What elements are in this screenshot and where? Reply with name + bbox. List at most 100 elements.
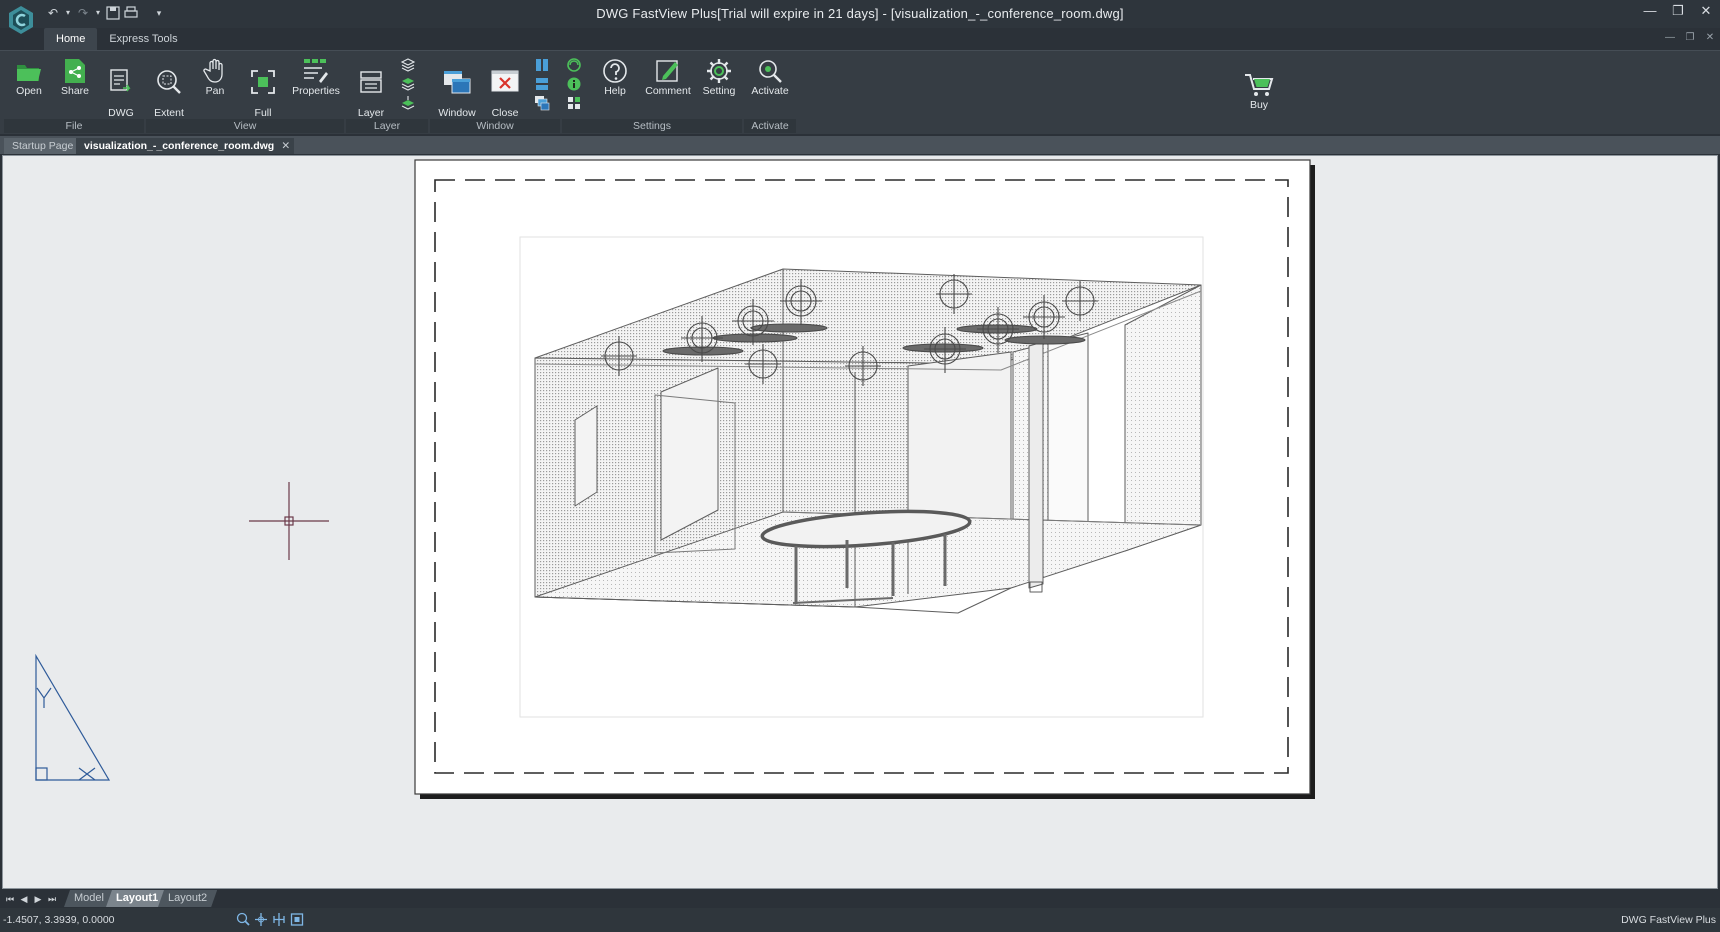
open-button[interactable]: Open	[6, 55, 52, 115]
ucs-axis-icon	[35, 653, 111, 781]
layer-toolbar-button[interactable]: Layer Toolbar	[348, 55, 394, 130]
comment-label: Comment	[645, 85, 691, 97]
zoom-status-icon[interactable]	[236, 912, 250, 927]
group-label-file: File	[4, 119, 144, 133]
prev-tab-icon[interactable]: ◀	[18, 892, 30, 906]
tile-vertical-icon[interactable]	[534, 57, 550, 73]
tab-layout1[interactable]: Layout1	[106, 890, 168, 907]
properties-label: Properties	[292, 85, 340, 97]
online-icon[interactable]	[566, 57, 582, 73]
dwg-convert-button[interactable]: DWG Convert	[98, 55, 144, 130]
tab-home[interactable]: Home	[44, 28, 98, 50]
activate-button[interactable]: Activate	[746, 55, 794, 115]
close-all-icon	[491, 70, 519, 92]
tab-express-tools[interactable]: Express Tools	[97, 28, 189, 50]
last-tab-icon[interactable]: ⏭	[46, 892, 58, 906]
group-settings: Help Comment Setting Settings	[562, 55, 742, 133]
status-tools	[236, 912, 304, 927]
ribbon-tab-strip: Home Express Tools	[44, 28, 190, 50]
tab-conference-room-label: visualization_-_conference_room.dwg	[84, 140, 275, 152]
group-label-settings: Settings	[562, 119, 742, 133]
buy-label: Buy	[1249, 99, 1269, 111]
window-title: DWG FastView Plus[Trial will expire in 2…	[596, 6, 1124, 21]
full-screen-icon	[251, 70, 275, 94]
group-file: Open Share DWG Convert File	[4, 55, 144, 133]
full-screen-button[interactable]: Full Screen	[240, 55, 286, 130]
cascade-icon[interactable]	[534, 95, 550, 111]
info-icon[interactable]	[566, 76, 582, 92]
window-active-icon	[444, 71, 471, 94]
share-icon	[65, 59, 85, 83]
setting-button[interactable]: Setting	[696, 55, 742, 115]
ribbon: Open Share DWG Convert File Extent ⌄ Pan	[0, 50, 1720, 134]
layout-tab-bar: ⏮ ◀ ▶ ⏭ Model Layout1 Layout2	[0, 889, 1720, 908]
pan-label: Pan	[205, 85, 225, 97]
doc-close-button[interactable]: ✕	[1700, 30, 1720, 46]
buy-button[interactable]: Buy	[1236, 69, 1282, 129]
close-tab-icon[interactable]: ✕	[281, 138, 290, 154]
tile-horizontal-icon[interactable]	[534, 76, 550, 92]
drawing-viewport	[35, 159, 1315, 799]
pan-button[interactable]: Pan	[192, 55, 238, 115]
room-right-wall	[1124, 284, 1202, 552]
minimize-button[interactable]: —	[1636, 0, 1664, 22]
folder-open-icon	[17, 65, 41, 81]
properties-button[interactable]: Properties	[288, 55, 344, 115]
door-frame	[1028, 341, 1044, 589]
tab-model[interactable]: Model	[64, 890, 114, 907]
snap-status-icon[interactable]	[254, 912, 268, 927]
restore-button[interactable]: ❐	[1664, 0, 1692, 22]
wall-panel-left	[574, 405, 598, 507]
doc-minimize-button[interactable]: —	[1660, 30, 1680, 46]
group-view: Extent ⌄ Pan Full Screen Properties View	[146, 55, 344, 133]
group-layer: Layer Toolbar Layer	[346, 55, 428, 133]
tab-startup-page[interactable]: Startup Page	[4, 138, 82, 154]
properties-icon	[304, 59, 328, 83]
dwg-convert-icon	[110, 69, 131, 92]
window-controls: — ❐ ✕	[1636, 0, 1720, 22]
group-label-activate: Activate	[744, 119, 796, 133]
apps-grid-icon[interactable]	[566, 95, 582, 111]
app-window: ↶ ▾ ↷ ▾ ▾ DWG FastView Plus[Trial will e…	[0, 0, 1720, 932]
doc-restore-button[interactable]: ❐	[1680, 30, 1700, 46]
brand-label: DWG FastView Plus	[1621, 914, 1716, 926]
wall-panel-door	[660, 367, 719, 541]
help-label: Help	[604, 85, 626, 97]
tab-layout2[interactable]: Layout2	[158, 890, 217, 907]
setting-label: Setting	[702, 85, 736, 97]
activate-label: Activate	[751, 85, 789, 97]
pan-hand-icon	[203, 58, 223, 83]
group-label-window: Window	[430, 119, 560, 133]
layer-merge-icon[interactable]	[400, 95, 416, 111]
comment-button[interactable]: Comment	[642, 55, 694, 115]
viewport-status-icon[interactable]	[290, 912, 304, 927]
open-label: Open	[16, 85, 42, 97]
zoom-extent-icon	[157, 70, 181, 94]
group-activate: Activate Activate	[744, 55, 796, 133]
title-bar: ↶ ▾ ↷ ▾ ▾ DWG FastView Plus[Trial will e…	[0, 0, 1720, 34]
activate-search-icon	[759, 60, 782, 83]
next-tab-icon[interactable]: ▶	[32, 892, 44, 906]
document-tab-strip: Startup Page visualization_-_conference_…	[0, 136, 1720, 154]
layer-isolate-icon[interactable]	[400, 76, 416, 92]
close-window-button[interactable]: ✕	[1692, 0, 1720, 22]
group-window: Window Active Close All Window	[430, 55, 560, 133]
window-active-button[interactable]: Window Active	[434, 55, 480, 130]
layer-toolbar-icon	[360, 71, 382, 93]
drawing-canvas[interactable]	[2, 155, 1718, 889]
shopping-cart-icon	[1245, 74, 1274, 96]
extent-button[interactable]: Extent ⌄	[146, 55, 192, 130]
gear-icon	[707, 59, 731, 83]
crosshair-cursor	[249, 482, 329, 560]
ortho-status-icon[interactable]	[272, 912, 286, 927]
help-button[interactable]: Help	[592, 55, 638, 115]
group-label-view: View	[146, 119, 344, 133]
tab-conference-room-dwg[interactable]: visualization_-_conference_room.dwg ✕	[76, 138, 295, 154]
layer-states-icon[interactable]	[400, 57, 416, 73]
close-all-button[interactable]: Close All	[482, 55, 528, 130]
share-button[interactable]: Share	[52, 55, 98, 115]
first-tab-icon[interactable]: ⏮	[4, 892, 16, 906]
status-bar: -1.4507, 3.3939, 0.0000 DWG FastView Plu…	[0, 908, 1720, 932]
help-icon	[603, 59, 627, 83]
group-label-layer: Layer	[346, 119, 428, 133]
